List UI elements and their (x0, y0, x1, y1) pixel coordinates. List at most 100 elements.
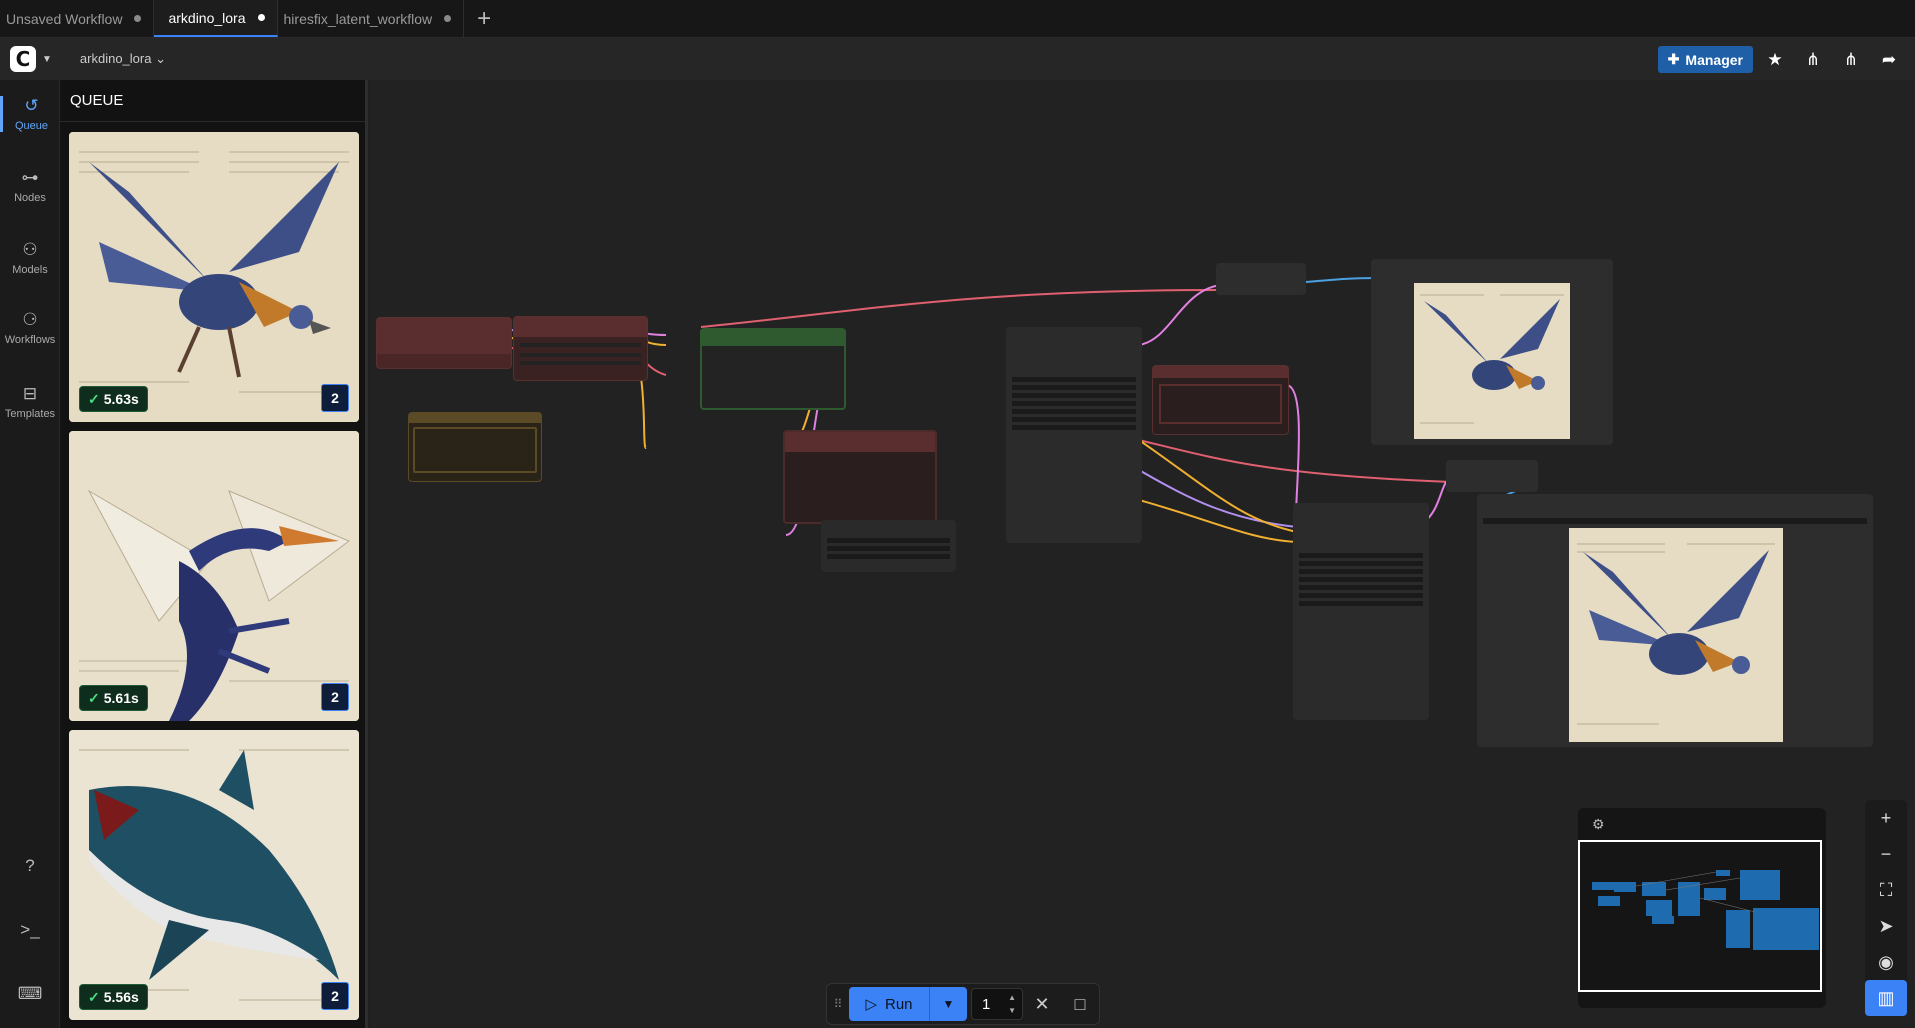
keyboard-icon: ⌨ (17, 984, 43, 1003)
node-upscale[interactable] (1446, 460, 1538, 492)
share-icon[interactable]: ➦ (1873, 46, 1905, 73)
tab-bar: Unsaved Workflow arkdino_lora hiresfix_l… (0, 0, 1915, 38)
link (700, 289, 1222, 328)
fit-view-icon[interactable]: ⛶ (1865, 872, 1907, 908)
chevron-down-icon[interactable]: ▼ (42, 54, 52, 65)
minimap-viewport[interactable] (1578, 840, 1822, 992)
puzzle-icon: ✚ (1667, 51, 1680, 67)
status-badge: ✓ 5.61s (79, 685, 148, 711)
node-checkpoint-loader[interactable] (376, 317, 512, 369)
minimap-settings-icon[interactable]: ⚙ (1578, 808, 1826, 840)
terminal-icon: >_ (20, 920, 40, 939)
zoom-out-icon[interactable]: − (1865, 836, 1907, 872)
canvas-controls: + − ⛶ ➤ ◉ ▥ (1865, 800, 1907, 1016)
run-button[interactable]: ▷ Run (849, 987, 929, 1021)
workflow-name-dropdown[interactable]: arkdino_lora ⌄ (80, 51, 166, 67)
sidebar-item-label: Queue (14, 120, 49, 132)
cancel-icon[interactable]: ✕ (1023, 994, 1061, 1015)
link (1138, 469, 1298, 528)
node-a-icon[interactable]: ⋔ (1797, 46, 1829, 73)
node-negative-prompt[interactable] (783, 430, 937, 524)
output-count-badge[interactable]: 2 (321, 982, 349, 1010)
node-empty-latent[interactable] (821, 520, 956, 572)
select-mode-icon[interactable]: ➤ (1865, 908, 1907, 944)
comfy-logo-icon[interactable]: C (10, 46, 36, 72)
node-save-image[interactable] (1477, 494, 1873, 747)
help-icon: ? (25, 856, 35, 875)
tab-arkdino-lora[interactable]: arkdino_lora (154, 0, 278, 37)
tab-unsaved-workflow[interactable]: Unsaved Workflow (0, 0, 155, 37)
help-button[interactable]: ? (0, 856, 60, 880)
tab-label: arkdino_lora (168, 9, 246, 26)
batch-count-input[interactable]: 1 ▲ ▼ (971, 988, 1023, 1020)
output-count-badge[interactable]: 2 (321, 384, 349, 412)
sidebar-item-templates[interactable]: ⊟ Templates (0, 384, 60, 420)
sidebar-item-label: Templates (4, 408, 56, 420)
panel-title: QUEUE (60, 80, 365, 122)
models-icon: ⚇ (22, 240, 38, 259)
chevron-down-icon: ▼ (942, 997, 955, 1011)
node-vae-decode[interactable] (1216, 263, 1306, 295)
batch-count-value: 1 (982, 995, 991, 1013)
status-badge: ✓ 5.63s (79, 386, 148, 412)
minimap-nodes (1592, 870, 1819, 950)
node-b-icon[interactable]: ⋔ (1835, 46, 1867, 73)
workflows-icon: ⚆ (22, 310, 38, 329)
stepper-arrows-icon[interactable]: ▲ ▼ (1008, 991, 1016, 1017)
sidebar-item-queue[interactable]: ↺ Queue (0, 96, 60, 132)
toggle-links-icon[interactable]: ◉ (1865, 944, 1907, 980)
stop-icon[interactable]: □ (1061, 994, 1099, 1015)
unsaved-dot-icon[interactable] (134, 15, 142, 22)
new-tab-button[interactable]: + (464, 0, 504, 37)
unsaved-dot-icon[interactable] (257, 14, 265, 21)
node-lora-loader[interactable] (513, 316, 648, 381)
node-note[interactable] (408, 412, 542, 482)
star-icon[interactable]: ★ (1759, 46, 1791, 73)
run-label: Run (885, 995, 913, 1013)
menu-bar: C ▼ arkdino_lora ⌄ ✚ Manager ★ ⋔ ⋔ ➦ (0, 38, 1915, 80)
keyboard-button[interactable]: ⌨ (0, 984, 60, 1008)
queue-item[interactable]: ✓ 5.61s 2 (69, 431, 359, 721)
link (1138, 439, 1452, 483)
link (1138, 284, 1222, 346)
tab-label: hiresfix_latent_workflow (283, 10, 433, 27)
run-mode-dropdown[interactable]: ▼ (929, 987, 967, 1021)
node-ksampler[interactable] (1006, 327, 1142, 543)
output-image-raptor (1569, 528, 1783, 742)
zoom-in-icon[interactable]: + (1865, 800, 1907, 836)
node-ksampler-hires[interactable] (1293, 503, 1429, 720)
node-preview-image[interactable] (1371, 259, 1613, 445)
workflow-name: arkdino_lora (79, 51, 152, 66)
check-icon: ✓ (88, 988, 100, 1005)
queue-item[interactable]: ✓ 5.63s 2 (69, 132, 359, 422)
status-badge: ✓ 5.56s (79, 984, 148, 1010)
preview-image-raptor (1414, 283, 1570, 439)
sidebar-item-label: Models (12, 264, 48, 276)
drag-handle-icon[interactable]: ⠿ (827, 997, 849, 1011)
output-count-badge[interactable]: 2 (321, 683, 349, 711)
terminal-button[interactable]: >_ (0, 920, 60, 944)
manager-button[interactable]: ✚ Manager (1657, 46, 1753, 73)
nodes-icon: ⊶ (21, 168, 39, 187)
sidebar-item-models[interactable]: ⚇ Models (0, 240, 60, 276)
check-icon: ✓ (88, 689, 100, 706)
generated-image-pterosaur (69, 431, 359, 721)
menu-actions: ✚ Manager ★ ⋔ ⋔ ➦ (1657, 46, 1905, 73)
sidebar-item-label: Workflows (4, 334, 56, 346)
generated-image-shark (69, 730, 359, 1020)
node-positive-prompt[interactable] (700, 328, 846, 410)
sidebar-item-workflows[interactable]: ⚆ Workflows (0, 310, 60, 346)
tab-hiresfix-latent-workflow[interactable]: hiresfix_latent_workflow (278, 0, 465, 37)
play-icon: ▷ (865, 996, 877, 1013)
queue-item[interactable]: ✓ 5.56s 2 (69, 730, 359, 1020)
node-lora-loader-2[interactable] (1152, 365, 1289, 435)
exec-time: 5.61s (103, 690, 139, 706)
unsaved-dot-icon[interactable] (444, 15, 452, 22)
minimap[interactable]: ⚙ (1578, 808, 1826, 1008)
link (1305, 277, 1377, 283)
run-toolbar: ⠿ ▷ Run ▼ 1 ▲ ▼ ✕ □ (826, 983, 1100, 1025)
link (1138, 439, 1298, 533)
sidebar-item-nodes[interactable]: ⊶ Nodes (0, 168, 60, 204)
history-icon: ↺ (24, 96, 39, 115)
toggle-minimap-icon[interactable]: ▥ (1865, 980, 1907, 1016)
